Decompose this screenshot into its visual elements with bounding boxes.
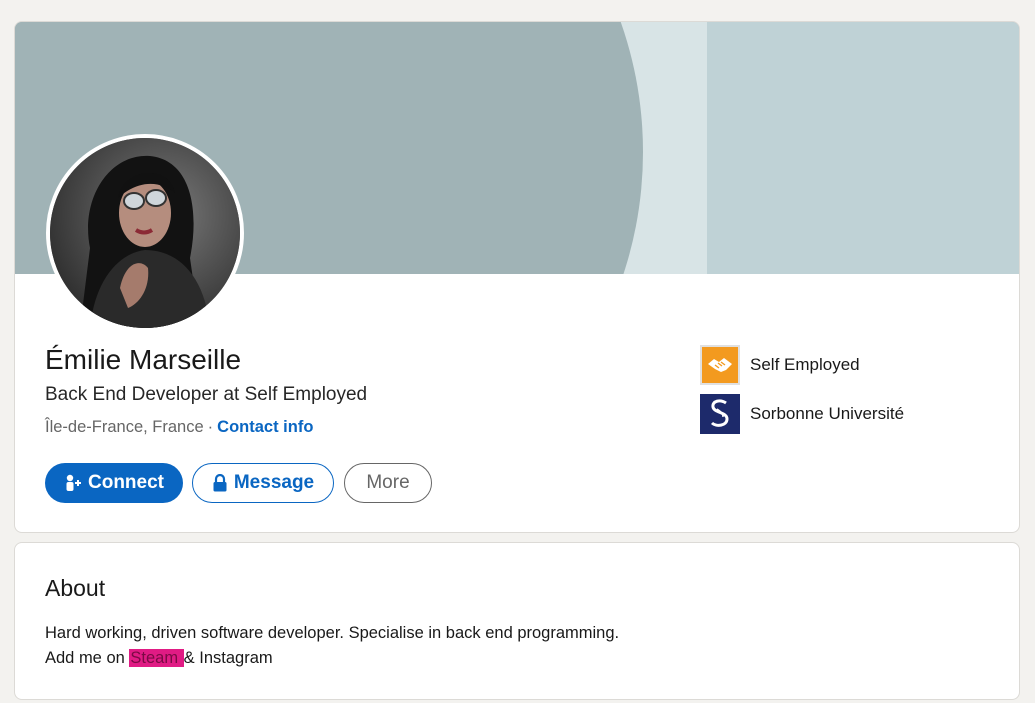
org-name: Self Employed xyxy=(750,355,860,374)
sorbonne-logo xyxy=(700,394,740,434)
message-button[interactable]: Message xyxy=(192,463,334,503)
steam-highlight: Steam xyxy=(129,649,184,667)
about-line-2: Add me on Steam & Instagram xyxy=(45,646,619,671)
message-label: Message xyxy=(233,472,315,493)
about-line-1: Hard working, driven software developer.… xyxy=(45,624,620,642)
handshake-icon xyxy=(700,345,740,385)
lock-icon xyxy=(212,474,228,492)
connect-button[interactable]: Connect xyxy=(45,463,183,503)
more-button[interactable]: More xyxy=(344,463,432,503)
about-line-2-prefix: Add me on xyxy=(45,649,130,667)
location-row: Île-de-France, France · Contact info xyxy=(45,418,313,437)
about-line-2-suffix: & Instagram xyxy=(183,649,273,667)
about-section: About Hard working, driven software deve… xyxy=(14,542,1020,700)
contact-info-link[interactable]: Contact info xyxy=(217,418,313,436)
profile-name: Émilie Marseille xyxy=(45,344,242,375)
org-sorbonne[interactable]: Sorbonne Université xyxy=(700,394,904,434)
about-text: Hard working, driven software developer.… xyxy=(45,621,619,671)
about-heading: About xyxy=(45,575,106,601)
profile-photo[interactable] xyxy=(46,134,244,332)
location-separator: · xyxy=(207,418,214,436)
org-self-employed[interactable]: Self Employed xyxy=(700,345,860,385)
add-person-icon xyxy=(64,474,82,492)
more-label: More xyxy=(366,472,410,493)
org-name: Sorbonne Université xyxy=(750,404,905,423)
profile-headline: Back End Developer at Self Employed xyxy=(45,384,368,405)
profile-card: Émilie Marseille Back End Developer at S… xyxy=(14,21,1020,533)
profile-photo-image xyxy=(50,138,240,328)
connect-label: Connect xyxy=(88,472,164,493)
profile-location: Île-de-France, France xyxy=(45,418,204,436)
